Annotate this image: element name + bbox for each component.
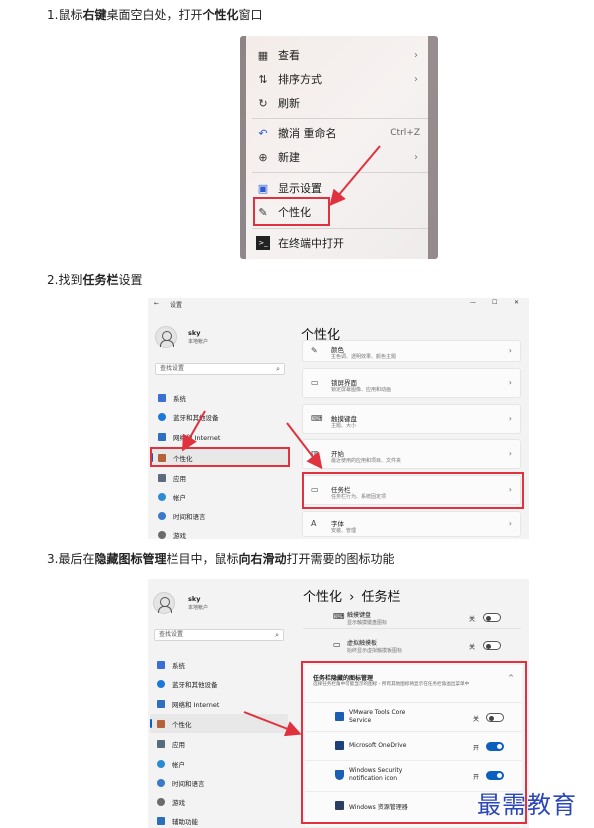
sidebar-item-accounts[interactable]: 帐户: [157, 759, 185, 769]
user-account-type: 本地帐户: [188, 605, 209, 611]
search-icon: ⌕: [275, 631, 279, 639]
apps-icon: [158, 474, 166, 482]
lockscreen-icon: ▭: [311, 378, 319, 387]
taskbar-card-highlight: [302, 472, 524, 509]
step-3-text: 3.最后在隐藏图标管理栏目中，鼠标向右滑动打开需要的图标功能: [47, 552, 395, 566]
minimize-button[interactable]: —: [470, 299, 476, 306]
globe-icon: [157, 779, 165, 787]
app-title: 设置: [170, 302, 183, 309]
card-fonts[interactable]: A 字体 安装、管理 ›: [302, 511, 521, 537]
chevron-right-icon: ›: [508, 346, 512, 355]
brush-icon: [157, 720, 165, 728]
card-start[interactable]: ▥ 开始 最近使用的应用和项目、文件夹 ›: [302, 439, 521, 469]
user-name: sky: [188, 595, 201, 603]
sidebar-item-system[interactable]: 系统: [158, 393, 186, 403]
title-bar: ← 设置 — ☐ ✕: [148, 298, 529, 310]
sidebar-item-gaming[interactable]: 游戏: [158, 530, 186, 539]
touchpad-icon: ▭: [333, 640, 341, 649]
breadcrumb-current: 任务栏: [361, 590, 401, 605]
menu-item-open-terminal[interactable]: >_ 在终端中打开: [256, 232, 426, 254]
apps-icon: [157, 740, 165, 748]
touch-keyboard-row: ⌨ 触摸键盘 显示触摸键盘图标 关: [303, 607, 521, 629]
wifi-icon: [157, 700, 165, 708]
sort-icon: ⇅: [258, 72, 268, 86]
bluetooth-icon: [157, 680, 165, 688]
sidebar-item-network[interactable]: 网络和 Internet: [158, 432, 220, 442]
virtual-touchpad-toggle[interactable]: [483, 641, 501, 650]
chevron-right-icon: ›: [508, 449, 512, 458]
selected-indicator: [150, 719, 152, 728]
breadcrumb-parent[interactable]: 个性化: [303, 590, 342, 605]
font-icon: A: [311, 519, 317, 528]
menu-item-refresh[interactable]: ↻ 刷新: [256, 92, 426, 114]
chevron-right-icon: ›: [508, 519, 512, 528]
chevron-right-icon: ›: [414, 151, 418, 163]
sidebar-item-accessibility[interactable]: 辅助功能: [157, 816, 198, 826]
sidebar-item-network[interactable]: 网络和 Internet: [157, 699, 219, 709]
card-lockscreen[interactable]: ▭ 锁屏界面 锁定屏幕图像、应用和动画 ›: [302, 368, 521, 398]
shortcut-label: Ctrl+Z: [390, 128, 420, 138]
touch-keyboard-toggle[interactable]: [483, 613, 501, 622]
user-name: sky: [188, 329, 201, 337]
search-input[interactable]: 查找设置 ⌕: [155, 363, 285, 375]
keyboard-icon: ⌨: [333, 612, 345, 621]
grid-icon: ▦: [257, 48, 269, 62]
gamepad-icon: [158, 531, 166, 539]
chevron-right-icon: ›: [508, 378, 512, 387]
start-icon: ▥: [311, 449, 319, 458]
undo-icon: ↶: [258, 126, 268, 140]
sidebar-item-bluetooth[interactable]: 蓝牙和其他设备: [157, 679, 218, 689]
virtual-touchpad-row: ▭ 虚拟触摸板 始终显示虚拟触摸板图标 关: [303, 635, 521, 657]
card-colors[interactable]: ✎ 颜色 主色调、透明效果、颜色主题 ›: [302, 340, 521, 362]
plus-circle-icon: ⊕: [258, 150, 268, 164]
user-account-type: 本地帐户: [188, 339, 209, 345]
sidebar-item-apps[interactable]: 应用: [158, 473, 186, 483]
avatar: [153, 592, 175, 614]
menu-item-sort[interactable]: ⇅ 排序方式 ›: [256, 68, 426, 90]
search-input[interactable]: 查找设置 ⌕: [154, 629, 284, 641]
breadcrumb: 个性化 › 任务栏: [303, 586, 401, 605]
breadcrumb-separator: ›: [349, 590, 355, 605]
chevron-right-icon: ›: [414, 49, 418, 61]
sidebar-item-gaming[interactable]: 游戏: [157, 797, 185, 807]
chevron-right-icon: ›: [508, 414, 512, 423]
sidebar-item-time-language[interactable]: 时间和语言: [158, 511, 206, 521]
person-icon: [158, 493, 166, 501]
keyboard-icon: ⌨: [311, 414, 323, 423]
menu-item-undo-rename[interactable]: ↶ 撤消 重命名 Ctrl+Z: [256, 122, 426, 144]
search-icon: ⌕: [276, 365, 280, 373]
sidebar-item-accounts[interactable]: 帐户: [158, 492, 186, 502]
accessibility-icon: [157, 817, 165, 825]
refresh-icon: ↻: [258, 96, 268, 110]
brush-icon: ✎: [311, 346, 318, 355]
globe-icon: [158, 512, 166, 520]
chevron-right-icon: ›: [414, 73, 418, 85]
personalize-nav-highlight: [150, 447, 290, 467]
sidebar-item-system[interactable]: 系统: [157, 660, 185, 670]
sidebar-item-bluetooth[interactable]: 蓝牙和其他设备: [158, 412, 219, 422]
card-touch-keyboard[interactable]: ⌨ 触摸键盘 主题、大小 ›: [302, 404, 521, 434]
maximize-button[interactable]: ☐: [492, 299, 497, 306]
gamepad-icon: [157, 798, 165, 806]
menu-item-view[interactable]: ▦ 查看 ›: [256, 44, 426, 66]
personalize-highlight: [253, 197, 330, 226]
system-icon: [157, 661, 165, 669]
sidebar-item-time-language[interactable]: 时间和语言: [157, 778, 205, 788]
back-button[interactable]: ←: [154, 300, 159, 307]
display-icon: ▣: [257, 181, 269, 195]
person-icon: [157, 760, 165, 768]
menu-item-display-settings[interactable]: ▣ 显示设置: [256, 177, 426, 199]
terminal-icon: >_: [256, 236, 270, 250]
close-button[interactable]: ✕: [514, 299, 519, 306]
bluetooth-icon: [158, 413, 166, 421]
sidebar-item-personalize[interactable]: 个性化: [157, 719, 192, 729]
menu-item-new[interactable]: ⊕ 新建 ›: [256, 146, 426, 168]
system-icon: [158, 394, 166, 402]
wifi-icon: [158, 433, 166, 441]
step-2-text: 2.找到任务栏设置: [47, 273, 143, 287]
sidebar-item-apps[interactable]: 应用: [157, 739, 185, 749]
step-1-text: 1.鼠标右键桌面空白处，打开个性化窗口: [47, 8, 263, 22]
watermark: 最需教育: [477, 791, 577, 819]
avatar: [155, 326, 177, 348]
